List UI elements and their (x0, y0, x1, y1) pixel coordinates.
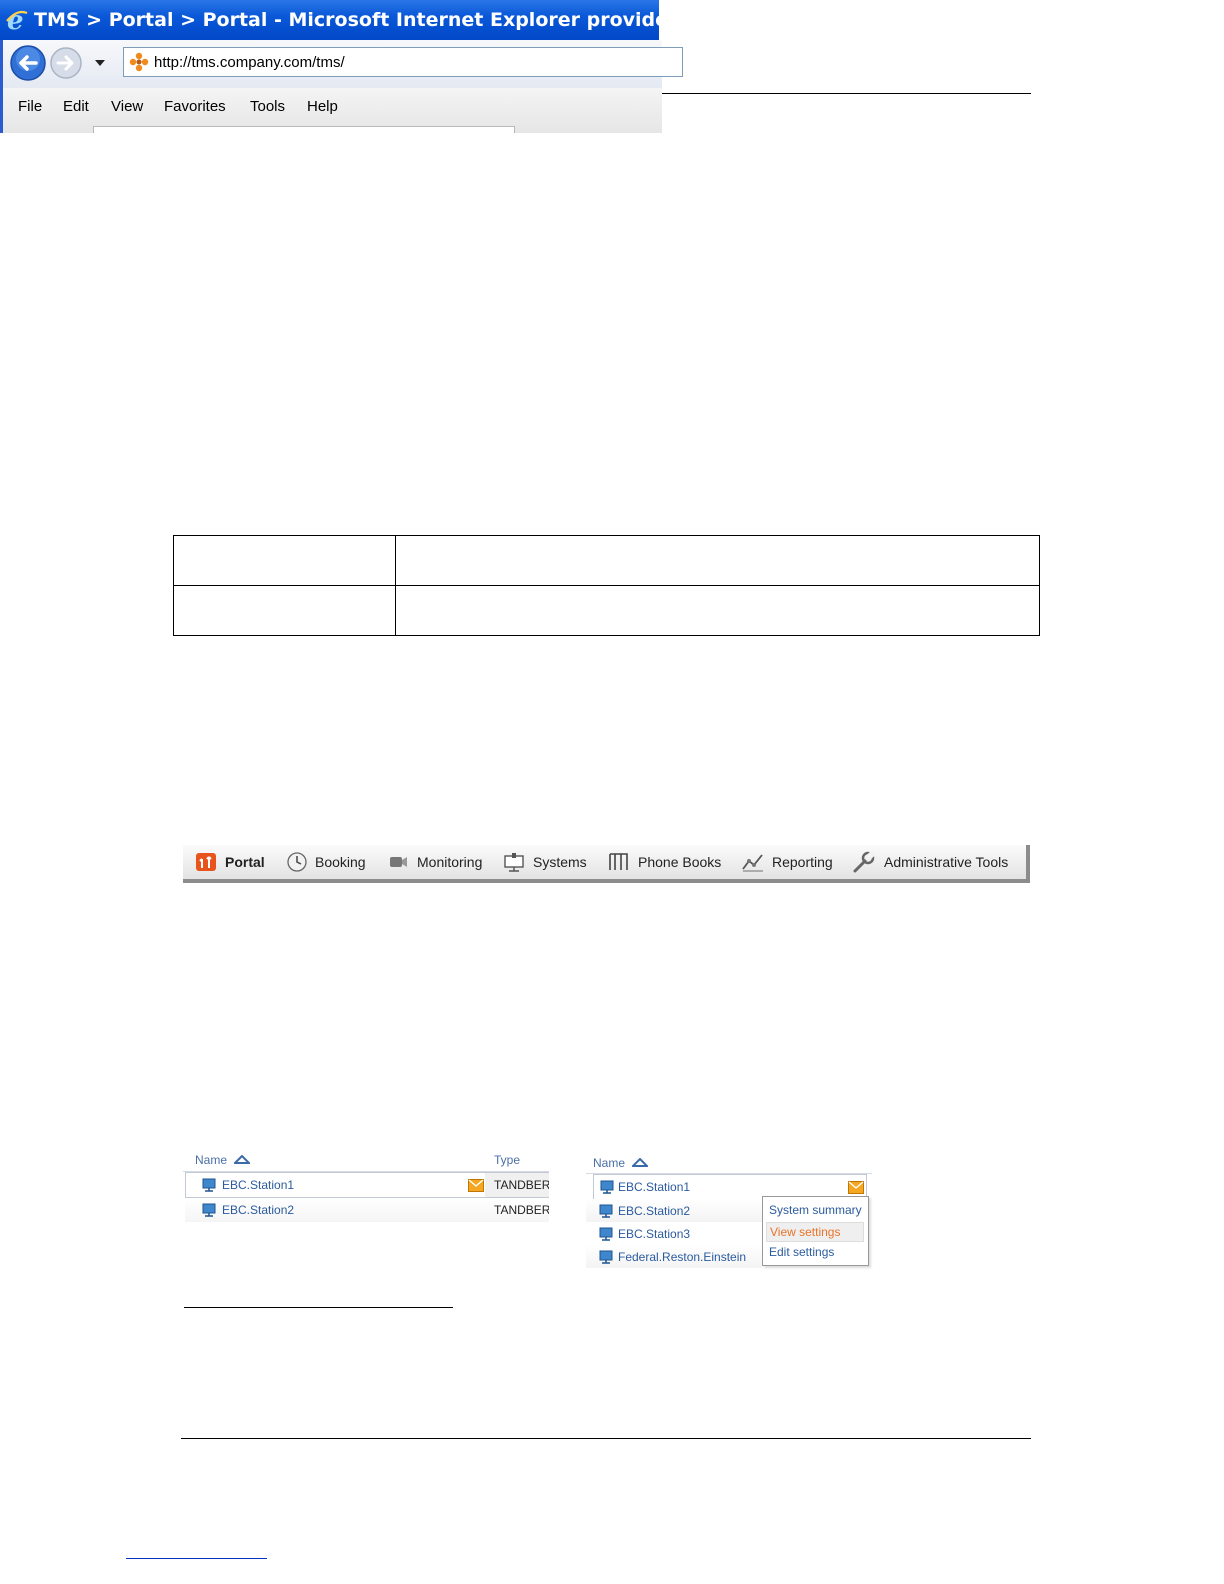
portal-icon (196, 853, 216, 871)
column-header-name[interactable]: Name (195, 1153, 252, 1167)
table-row[interactable]: EBC.Station2 TANDBERG (185, 1198, 549, 1222)
table-cell (395, 535, 1040, 586)
system-type: TANDBERG (494, 1203, 549, 1217)
table-row (173, 585, 1040, 636)
menu-administrative-tools-label: Administrative Tools (884, 854, 1009, 870)
system-name: Federal.Reston.Einstein (618, 1250, 747, 1264)
menu-reporting-label: Reporting (772, 854, 833, 870)
browser-window-screenshot: e TMS > Portal > Portal - Microsoft Inte… (0, 0, 837, 133)
svg-text:e: e (7, 7, 24, 33)
page-bottom-link-underline (126, 1558, 267, 1559)
reporting-icon (742, 854, 763, 872)
column-header-type[interactable]: Type (494, 1153, 520, 1167)
system-context-menu: System summary View settings Edit settin… (762, 1196, 869, 1266)
context-item-edit-settings[interactable]: Edit settings (769, 1245, 834, 1259)
system-list-left: Name Type EBC.Station1 TANDBERG EBC.Stat… (183, 1148, 549, 1228)
column-header-name-label: Name (593, 1156, 626, 1170)
internet-explorer-icon: e (6, 7, 28, 33)
sort-ascending-icon (232, 1154, 252, 1164)
phone-book-icon (609, 853, 628, 870)
context-item-view-settings[interactable]: View settings (766, 1222, 864, 1242)
footnote-rule (184, 1307, 453, 1308)
menu-portal-label: Portal (225, 854, 265, 870)
systems-icon (504, 853, 524, 872)
context-item-system-summary[interactable]: System summary (769, 1203, 862, 1217)
system-type: TANDBERG (494, 1178, 549, 1192)
menu-systems-label: Systems (533, 854, 587, 870)
menu-file[interactable]: File (18, 98, 42, 115)
tms-main-menu: Portal Booking Monitoring Systems Phone … (183, 845, 1030, 883)
browser-menu-bar: File Edit View Favorites Tools Help (0, 88, 662, 133)
system-name: EBC.Station2 (222, 1203, 295, 1217)
system-icon (599, 1204, 613, 1218)
forward-button[interactable] (49, 46, 83, 80)
browser-navigation-bar: http://tms.company.com/tms/ (0, 40, 683, 88)
address-bar[interactable]: http://tms.company.com/tms/ (123, 47, 683, 77)
toolbar-edge (93, 126, 515, 133)
menu-phone-books-label: Phone Books (638, 854, 722, 870)
menu-tools[interactable]: Tools (250, 98, 285, 115)
browser-title-bar: e TMS > Portal > Portal - Microsoft Inte… (0, 0, 837, 40)
system-type-cell: TANDBERG (485, 1172, 549, 1198)
system-name: EBC.Station2 (618, 1204, 691, 1218)
system-name: EBC.Station1 (618, 1180, 691, 1194)
system-icon (600, 1180, 614, 1194)
menu-monitoring-label: Monitoring (417, 854, 483, 870)
table-row[interactable]: EBC.Station3 (586, 1222, 762, 1246)
envelope-icon[interactable] (848, 1181, 864, 1194)
table-row[interactable]: Federal.Reston.Einstein (586, 1245, 762, 1268)
menu-view[interactable]: View (111, 98, 143, 115)
empty-table (173, 535, 1040, 636)
table-cell (173, 585, 396, 636)
site-favicon-icon (129, 52, 149, 72)
sort-ascending-icon (630, 1157, 650, 1167)
column-header-name[interactable]: Name (593, 1156, 650, 1170)
table-row (173, 535, 1040, 586)
system-icon (599, 1227, 613, 1241)
system-icon (202, 1203, 216, 1217)
envelope-icon[interactable] (468, 1179, 484, 1192)
history-dropdown-icon[interactable] (94, 59, 106, 67)
system-name: EBC.Station1 (222, 1178, 295, 1192)
menu-help[interactable]: Help (307, 98, 338, 115)
system-icon (599, 1250, 613, 1264)
table-row[interactable]: EBC.Station1 (185, 1172, 487, 1198)
system-name: EBC.Station3 (618, 1227, 691, 1241)
system-icon (202, 1178, 216, 1192)
table-cell (395, 585, 1040, 636)
menu-edit[interactable]: Edit (63, 98, 89, 115)
address-url: http://tms.company.com/tms/ (154, 54, 345, 71)
column-header-name-label: Name (195, 1153, 228, 1167)
table-row[interactable]: EBC.Station2 (586, 1199, 762, 1223)
browser-title: TMS > Portal > Portal - Microsoft Intern… (34, 9, 837, 31)
menu-booking-label: Booking (315, 854, 366, 870)
menu-favorites[interactable]: Favorites (164, 98, 226, 115)
clock-icon (287, 852, 307, 872)
back-button[interactable] (9, 44, 47, 82)
footer-rule (181, 1438, 1031, 1439)
table-cell (173, 535, 396, 586)
monitoring-icon (390, 857, 407, 867)
wrench-icon (853, 851, 875, 873)
